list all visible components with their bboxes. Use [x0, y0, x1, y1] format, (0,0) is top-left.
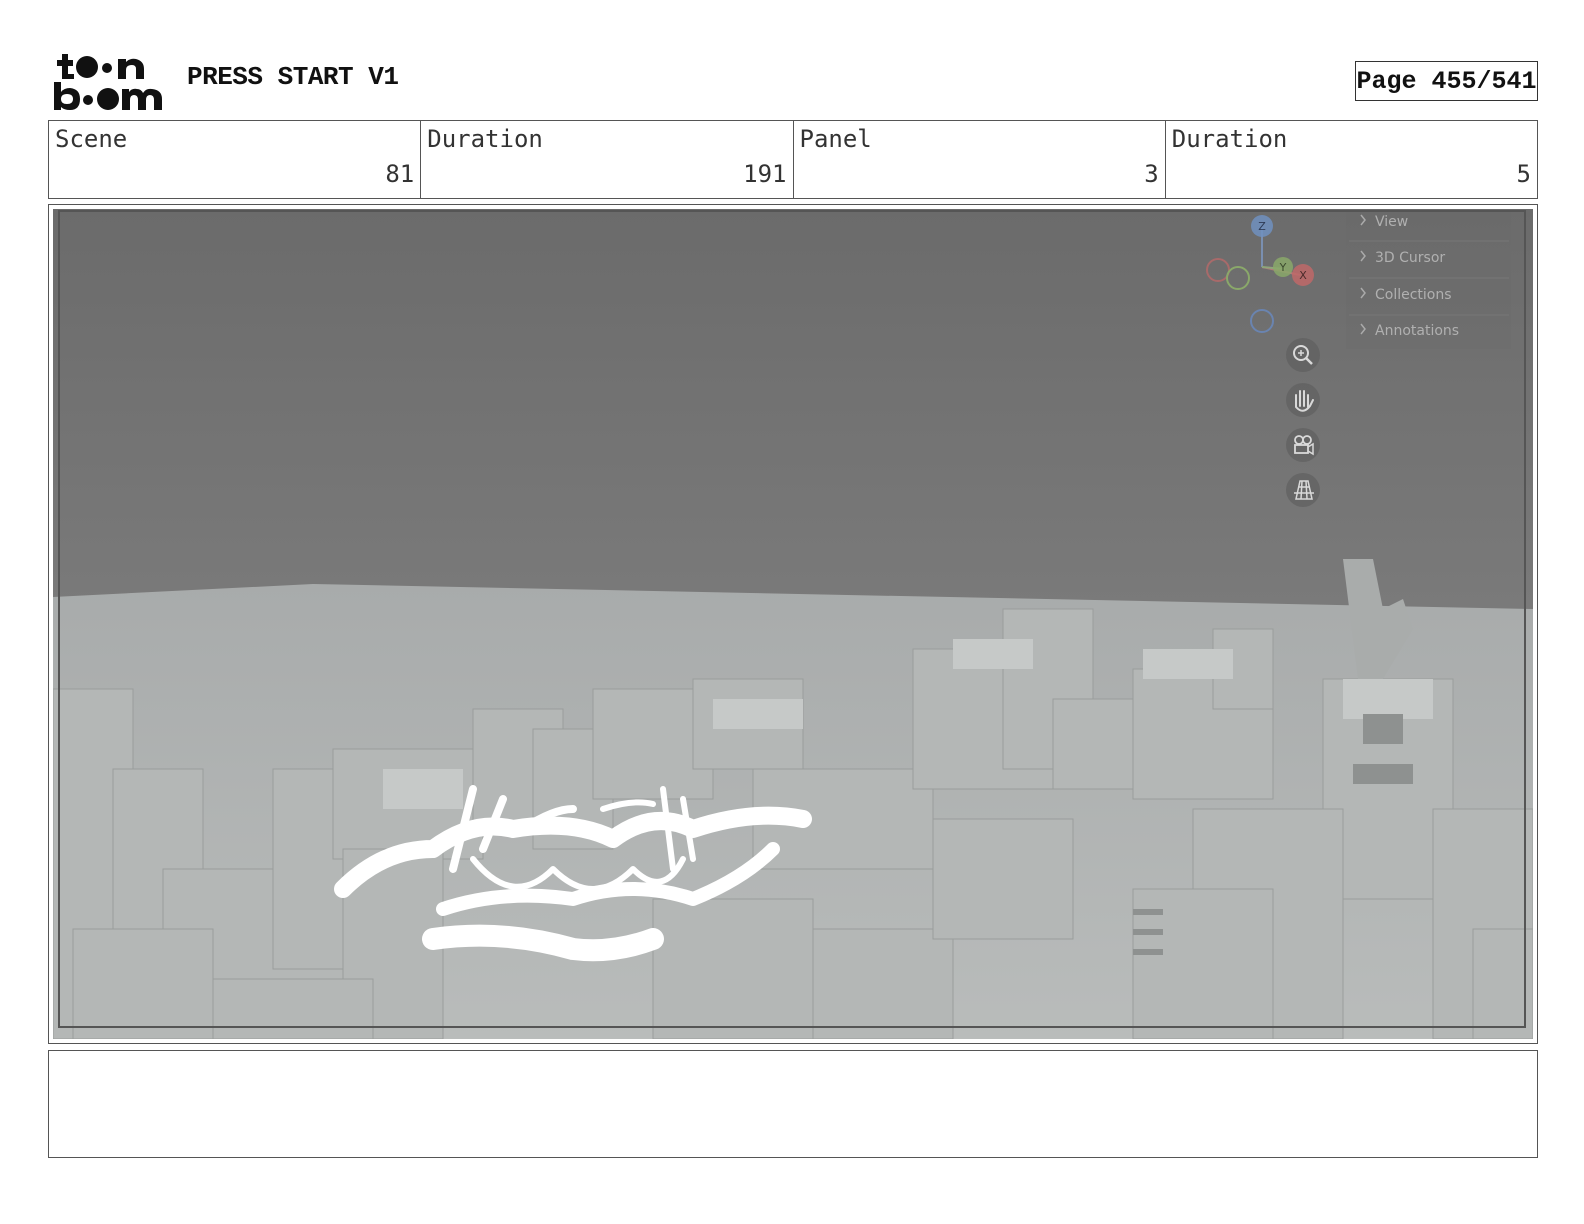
side-panel-view[interactable]: View — [1375, 214, 1408, 230]
hand-pan-icon[interactable] — [1286, 383, 1320, 417]
scene-duration-label: Duration — [427, 125, 543, 153]
camera-icon[interactable] — [1286, 428, 1320, 462]
panel-cell: Panel 3 — [794, 121, 1166, 198]
project-title: PRESS START V1 — [187, 62, 399, 92]
panel-notes-box — [48, 1050, 1538, 1158]
grid-icon[interactable] — [1286, 473, 1320, 507]
storyboard-panel-frame: Z Y X View 3D Cursor Collections Annotat… — [48, 204, 1538, 1044]
panel-info-table: Scene 81 Duration 191 Panel 3 Duration 5 — [48, 120, 1538, 199]
storyboard-panel-image: Z Y X View 3D Cursor Collections Annotat… — [53, 209, 1533, 1039]
scene-duration-cell: Duration 191 — [421, 121, 794, 198]
gizmo-x-label: X — [1299, 269, 1307, 282]
page-indicator: Page 455/541 — [1355, 61, 1538, 101]
panel-label: Panel — [799, 125, 872, 153]
gizmo-y-label: Y — [1279, 261, 1287, 274]
scene-cell: Scene 81 — [49, 121, 422, 198]
zoom-icon[interactable] — [1286, 338, 1320, 372]
side-panel-annotations[interactable]: Annotations — [1375, 323, 1459, 339]
panel-duration-value: 5 — [1516, 160, 1531, 188]
gizmo-z-label: Z — [1258, 220, 1266, 233]
panel-duration-cell: Duration 5 — [1166, 121, 1537, 198]
side-panel-collections[interactable]: Collections — [1375, 287, 1452, 303]
panel-duration-label: Duration — [1171, 125, 1288, 153]
scene-value: 81 — [385, 160, 415, 188]
side-panel-3d-cursor[interactable]: 3D Cursor — [1375, 250, 1445, 266]
toon-boom-logo — [52, 52, 164, 112]
panel-value: 3 — [1144, 160, 1159, 188]
scene-duration-value: 191 — [743, 160, 787, 188]
scene-label: Scene — [55, 125, 128, 153]
